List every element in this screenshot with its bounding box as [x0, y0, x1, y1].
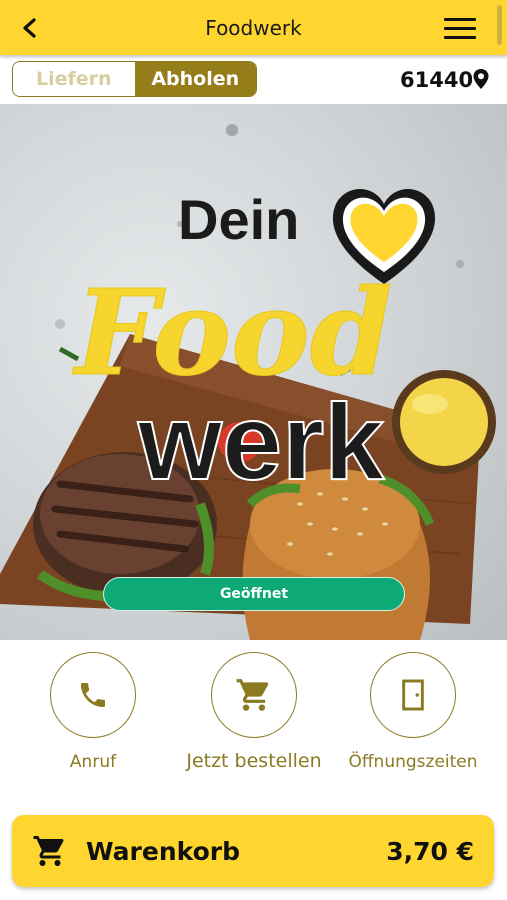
- page-title: Foodwerk: [205, 16, 302, 40]
- shopping-cart-icon: [33, 836, 64, 866]
- delivery-mode-toggle: Liefern Abholen: [12, 61, 257, 97]
- cart-label: Warenkorb: [86, 837, 240, 866]
- quick-actions: Anruf Jetzt bestellen Öffnungszeiten: [0, 652, 507, 792]
- map-pin-icon[interactable]: [472, 68, 490, 90]
- cart-total: 3,70 €: [386, 837, 474, 866]
- logo-dein-text: Dein: [178, 188, 299, 251]
- hero-banner: Dein Food werk: [0, 104, 507, 640]
- opening-hours-circle[interactable]: [370, 652, 456, 738]
- call-circle[interactable]: [50, 652, 136, 738]
- opening-hours-action[interactable]: Öffnungszeiten: [343, 652, 483, 772]
- zip-code[interactable]: 61440: [400, 68, 473, 92]
- hero-illustration: Dein Food werk: [0, 124, 496, 640]
- call-action[interactable]: Anruf: [23, 652, 163, 772]
- phone-icon: [81, 683, 105, 707]
- shopping-cart-icon: [236, 679, 269, 711]
- open-status-button[interactable]: Geöffnet: [103, 577, 405, 611]
- top-app-bar: Foodwerk: [0, 0, 507, 55]
- order-label: Jetzt bestellen: [186, 750, 322, 772]
- mode-deliver-button[interactable]: Liefern: [13, 62, 135, 96]
- scrollbar-thumb[interactable]: [497, 5, 502, 45]
- call-label: Anruf: [69, 752, 117, 772]
- mode-pickup-button[interactable]: Abholen: [134, 62, 256, 96]
- order-circle[interactable]: [211, 652, 297, 738]
- order-action[interactable]: Jetzt bestellen: [184, 652, 324, 772]
- door-icon: [402, 679, 424, 711]
- cart-bar[interactable]: Warenkorb 3,70 €: [12, 815, 494, 887]
- opening-hours-label: Öffnungszeiten: [348, 752, 478, 772]
- logo-werk-text: werk: [137, 381, 385, 502]
- menu-button[interactable]: [440, 13, 480, 43]
- hamburger-menu-icon: [444, 18, 476, 21]
